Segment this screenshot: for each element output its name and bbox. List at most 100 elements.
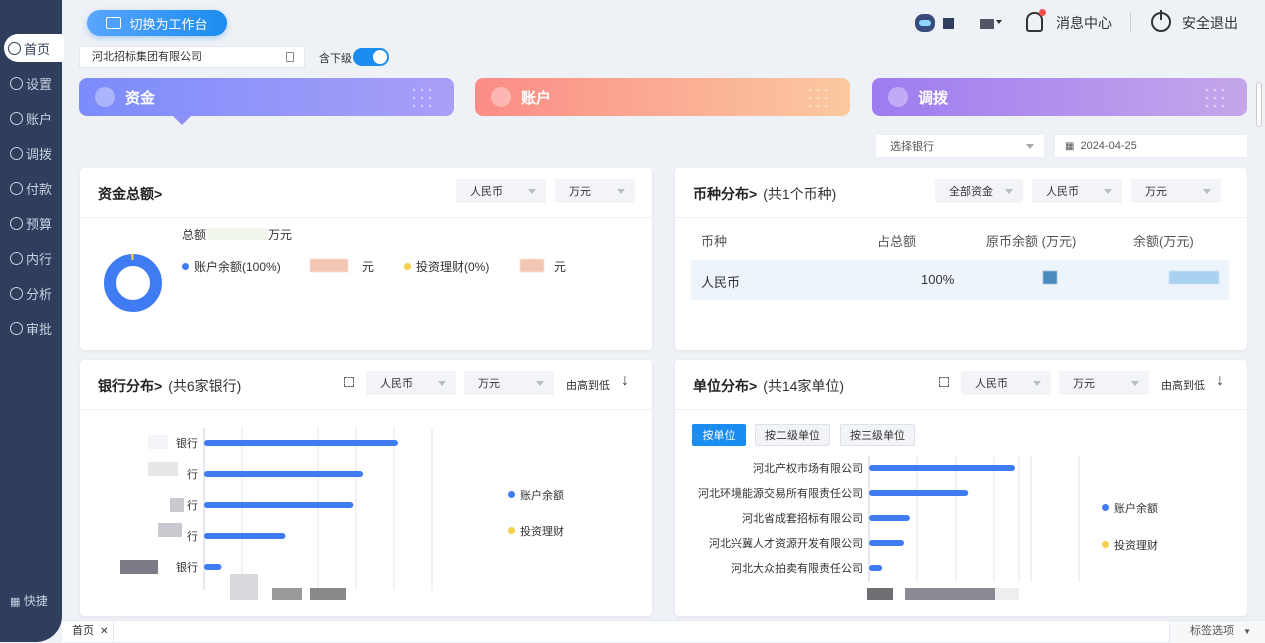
message-center[interactable]: 消息中心 <box>1056 10 1112 36</box>
approve-icon <box>10 321 23 335</box>
blurred-value <box>1043 271 1057 284</box>
sidebar-item-settings[interactable]: 设置 <box>0 69 62 97</box>
bar-label: 银行 <box>176 560 198 574</box>
funds-unit-select[interactable]: 万元 <box>555 179 635 203</box>
currency-scope-select[interactable]: 全部资金 <box>935 179 1023 203</box>
sort-arrow-icon[interactable]: ↓ <box>621 372 629 390</box>
bar <box>204 471 364 477</box>
tab-by-unit[interactable]: 按单位 <box>692 424 746 446</box>
unit-chart: 河北产权市场有限公司河北环境能源交易所有限责任公司河北省成套招标有限公司河北兴冀… <box>698 456 1080 600</box>
blurred-tick <box>148 462 178 476</box>
chart-icon <box>10 286 23 300</box>
include-sub-toggle[interactable] <box>353 48 389 66</box>
bank-icon <box>10 251 23 265</box>
chevron-down-icon <box>1033 381 1041 386</box>
bank-chart: 银行行行行银行 <box>120 428 433 600</box>
funds-total: 总额 万元 <box>182 228 293 242</box>
tab-by-level2[interactable]: 按二级单位 <box>755 424 830 446</box>
unit-sort-label[interactable]: 由高到低 <box>1161 377 1205 393</box>
col-header-currency: 币种 <box>701 234 728 249</box>
sidebar-item-transfer[interactable]: 调拨 <box>0 139 62 167</box>
decoration-dots <box>410 86 434 108</box>
sidebar-item-account[interactable]: 账户 <box>0 104 62 132</box>
unit-unit-select[interactable]: 万元 <box>1059 371 1149 395</box>
sidebar-item-approve[interactable]: 审批 <box>0 314 62 342</box>
bar-label: 行 <box>187 499 198 512</box>
bank-sort-label[interactable]: 由高到低 <box>566 377 610 393</box>
gear-icon <box>10 76 23 90</box>
decoration-dots <box>1203 86 1227 108</box>
document-icon[interactable] <box>286 52 294 62</box>
budget-icon <box>10 216 23 230</box>
home-icon <box>8 41 21 55</box>
sort-arrow-icon[interactable]: ↓ <box>1216 372 1224 390</box>
bar <box>869 540 905 546</box>
tab-home[interactable]: 首页 ✕ <box>62 621 114 643</box>
blurred-value <box>310 259 348 272</box>
sidebar-item-home[interactable]: 首页 <box>4 34 64 62</box>
tab-by-level3[interactable]: 按三级单位 <box>840 424 915 446</box>
bar-label: 河北兴冀人才资源开发有限公司 <box>709 536 863 550</box>
chevron-down-icon <box>536 381 544 386</box>
funds-title[interactable]: 资金总额> <box>98 184 162 204</box>
blurred-tick <box>120 560 158 574</box>
logout-button[interactable]: 安全退出 <box>1182 10 1238 36</box>
switch-workbench-button[interactable]: 切换为工作台 <box>87 10 227 36</box>
sidebar-item-budget[interactable]: 预算 <box>0 209 62 237</box>
currency-select[interactable]: 人民币 <box>1032 179 1122 203</box>
sidebar-item-payment[interactable]: 付款 <box>0 174 62 202</box>
col-header-share: 占总额 <box>877 234 917 249</box>
bar-label: 河北环境能源交易所有限责任公司 <box>698 486 863 500</box>
user-avatar[interactable] <box>943 18 954 29</box>
funds-donut <box>104 253 162 312</box>
tab-bar: 首页 ✕ 标签选项 ▼ <box>62 620 1265 643</box>
category-transfer[interactable]: 调拨 <box>872 78 1247 116</box>
currency-unit-select[interactable]: 万元 <box>1131 179 1221 203</box>
unit-legend-invest: 投资理财 <box>1102 537 1158 553</box>
chevron-down-icon <box>1131 381 1139 386</box>
blurred-value <box>520 259 544 272</box>
company-selector[interactable]: 河北招标集团有限公司 <box>79 46 305 68</box>
robot-avatar-icon[interactable] <box>915 14 935 32</box>
sidebar-item-analysis[interactable]: 分析 <box>0 279 62 307</box>
calendar-icon: ▦ <box>1065 140 1075 152</box>
bank-unit-select[interactable]: 万元 <box>464 371 554 395</box>
user-dropdown-icon[interactable] <box>996 20 1002 24</box>
bank-currency-select[interactable]: 人民币 <box>366 371 456 395</box>
bank-select[interactable]: 选择银行 <box>875 134 1045 158</box>
date-picker[interactable]: ▦ 2024-04-25 <box>1054 134 1248 158</box>
bank-title[interactable]: 银行分布> (共6家银行) <box>98 376 241 396</box>
funds-currency-select[interactable]: 人民币 <box>456 179 546 203</box>
bell-icon[interactable] <box>1026 9 1046 32</box>
currency-title[interactable]: 币种分布> (共1个币种) <box>693 184 836 204</box>
close-icon[interactable]: ✕ <box>100 626 108 637</box>
bar <box>204 564 222 570</box>
chevron-down-icon <box>1203 189 1211 194</box>
scrollbar[interactable] <box>1256 82 1262 127</box>
sidebar: 首页 设置 账户 调拨 付款 预算 内行 分析 审批 ▦ 快捷 <box>0 0 64 642</box>
blurred-tick <box>272 588 302 600</box>
chevron-down-icon <box>1005 189 1013 194</box>
blurred-tick <box>158 523 182 537</box>
bank-legend-balance: 账户余额 <box>508 487 564 503</box>
chevron-down-icon <box>528 189 536 194</box>
fullscreen-icon[interactable] <box>344 377 354 387</box>
fullscreen-icon[interactable] <box>939 377 949 387</box>
funds-card: 资金总额> 人民币 万元 总额 万元 账户余额(100%) 元 投资理财(0%) … <box>80 168 652 350</box>
power-icon[interactable] <box>1151 10 1171 32</box>
transfer-icon <box>888 87 908 107</box>
table-row[interactable]: 人民币 100% <box>691 260 1229 300</box>
blurred-tick <box>310 588 346 600</box>
sidebar-item-internal-bank[interactable]: 内行 <box>0 244 62 272</box>
unit-currency-select[interactable]: 人民币 <box>961 371 1051 395</box>
category-funds[interactable]: 资金 <box>79 78 454 116</box>
money-bag-icon <box>95 87 115 107</box>
legend-invest: 投资理财(0%) <box>404 258 489 275</box>
grid-icon: ▦ <box>10 596 21 608</box>
category-account[interactable]: 账户 <box>475 78 850 116</box>
decoration-dots <box>806 86 830 108</box>
tab-options[interactable]: 标签选项 ▼ <box>1169 621 1265 643</box>
unit-title[interactable]: 单位分布> (共14家单位) <box>693 376 844 396</box>
quick-access[interactable]: ▦ 快捷 <box>10 592 48 609</box>
user-name-blur[interactable] <box>980 19 994 29</box>
